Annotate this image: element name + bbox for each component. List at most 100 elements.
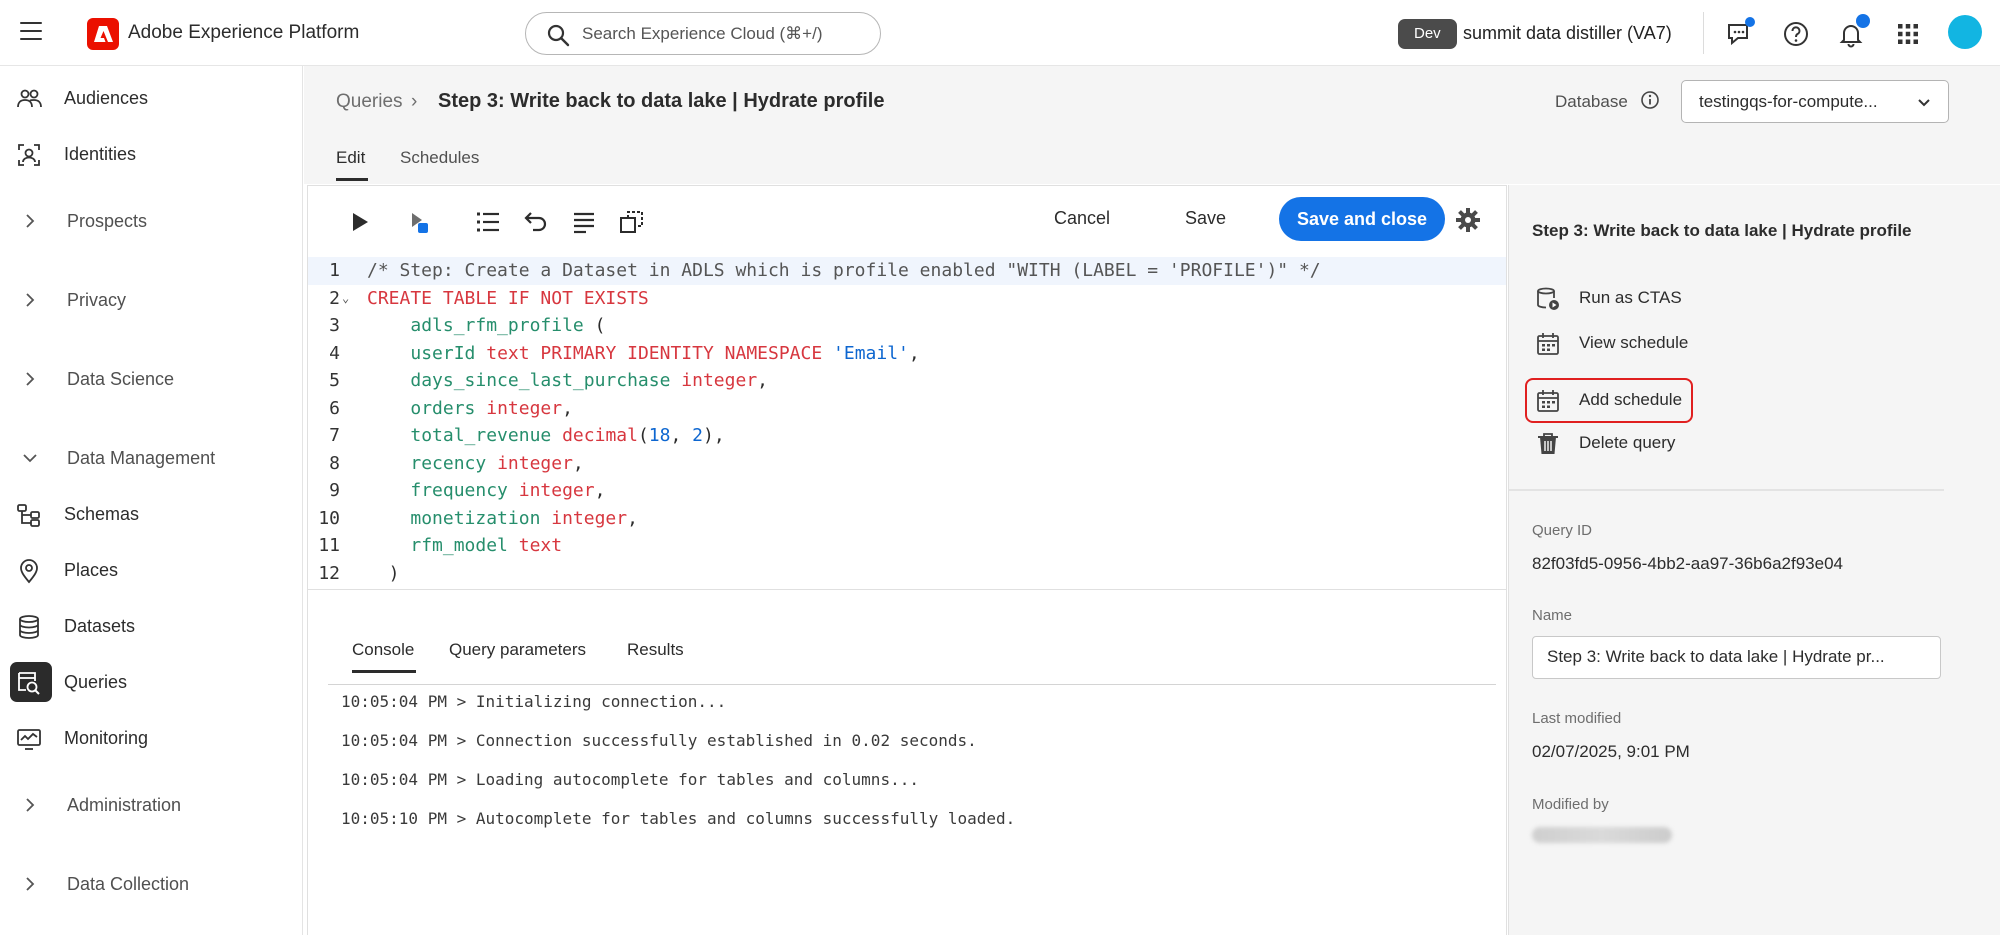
sidebar-group-privacy[interactable]: Privacy	[0, 276, 300, 324]
help-icon[interactable]	[1781, 19, 1811, 49]
chevron-right-icon	[26, 877, 35, 891]
hamburger-menu-icon[interactable]	[20, 22, 42, 40]
search-input[interactable]	[582, 24, 862, 44]
code-text: days_since_last_purchase integer,	[410, 370, 768, 391]
gear-icon[interactable]	[1454, 206, 1482, 234]
sidebar-group-data-collection[interactable]: Data Collection	[0, 860, 300, 908]
notifications-dot	[1856, 14, 1870, 28]
sidebar-item-label: Datasets	[64, 616, 136, 636]
tab-results[interactable]: Results	[627, 640, 684, 660]
sidebar-item-queries[interactable]: Queries	[0, 658, 300, 706]
undo-icon[interactable]	[522, 208, 550, 236]
delete-query-label: Delete query	[1579, 433, 1676, 452]
apps-grid-icon[interactable]	[1893, 19, 1923, 49]
database-label: Database	[1555, 92, 1628, 111]
line-number: 8	[329, 452, 340, 474]
line-number: 7	[329, 425, 340, 446]
code-text: )	[367, 562, 400, 584]
sidebar-group-data-science[interactable]: Data Science	[0, 355, 300, 403]
code-text: CREATE TABLE IF NOT EXISTS	[367, 287, 649, 309]
sidebar-item-label: Audiences	[64, 88, 149, 108]
sidebar-item-label: Data Science	[67, 369, 175, 389]
sidebar-item-audiences[interactable]: Audiences	[0, 74, 300, 122]
format-text-icon[interactable]	[570, 208, 598, 236]
fold-chevron-icon[interactable]: ⌄	[342, 285, 349, 313]
sidebar-item-places[interactable]: Places	[0, 546, 300, 594]
feedback-dot	[1745, 17, 1755, 27]
line-number: 1	[329, 260, 340, 281]
sidebar-item-datasets[interactable]: Datasets	[0, 602, 300, 650]
code-line: 6 orders integer,	[308, 395, 1506, 423]
sidebar-item-label: Prospects	[67, 211, 148, 231]
run-selected-icon[interactable]	[404, 208, 432, 236]
list-icon[interactable]	[474, 208, 502, 236]
query-id-value: 82f03fd5-0956-4bb2-aa97-36b6a2f93e04	[1532, 554, 1843, 573]
tab-schedules[interactable]: Schedules	[400, 148, 479, 168]
chevron-down-icon	[1918, 99, 1930, 107]
notifications-icon[interactable]	[1836, 14, 1870, 49]
save-button[interactable]: Save	[1185, 208, 1226, 229]
sidebar-item-schemas[interactable]: Schemas	[0, 490, 300, 538]
code-line: 9 frequency integer,	[308, 477, 1506, 505]
run-query-icon[interactable]	[346, 208, 374, 236]
sidebar-group-prospects[interactable]: Prospects	[0, 197, 300, 245]
details-title: Step 3: Write back to data lake | Hydrat…	[1532, 221, 1912, 240]
name-input[interactable]	[1547, 647, 1927, 667]
page-title: Step 3: Write back to data lake | Hydrat…	[438, 90, 885, 112]
environment-badge[interactable]: Dev	[1398, 19, 1457, 49]
modified-by-label: Modified by	[1532, 796, 1609, 813]
chevron-right-icon	[26, 372, 35, 386]
add-schedule-label: Add schedule	[1579, 390, 1683, 409]
feedback-icon[interactable]	[1724, 17, 1755, 49]
chevron-right-icon	[26, 798, 35, 812]
app-title[interactable]: Adobe Experience Platform	[128, 22, 359, 44]
code-line: 8 recency integer,	[308, 450, 1506, 478]
trash-icon	[1538, 433, 1558, 454]
code-line: 12 )	[308, 560, 1506, 588]
code-text: total_revenue decimal(18, 2),	[410, 425, 725, 446]
sidebar-group-administration[interactable]: Administration	[0, 781, 300, 829]
org-switcher[interactable]: summit data distiller (VA7)	[1463, 23, 1672, 44]
line-number: 5	[329, 370, 340, 391]
global-search[interactable]	[525, 12, 881, 55]
code-text: userId text PRIMARY IDENTITY NAMESPACE '…	[410, 342, 920, 364]
sidebar-item-label: Places	[64, 560, 119, 580]
cancel-button[interactable]: Cancel	[1054, 208, 1110, 229]
breadcrumb-queries[interactable]: Queries	[336, 91, 403, 113]
code-editor[interactable]: 1 /* Step: Create a Dataset in ADLS which…	[308, 256, 1506, 586]
tab-query-parameters[interactable]: Query parameters	[449, 640, 586, 660]
sidebar-item-monitoring[interactable]: Monitoring	[0, 714, 300, 762]
divider	[1509, 489, 1944, 491]
save-and-close-button[interactable]: Save and close	[1279, 197, 1445, 241]
console-log-line: 10:05:04 PM > Initializing connection...	[341, 692, 727, 711]
name-label: Name	[1532, 607, 1573, 624]
sidebar-group-data-management[interactable]: Data Management	[0, 434, 300, 482]
identities-icon	[18, 144, 40, 166]
code-line: 11 rfm_model text	[308, 532, 1506, 560]
divider	[328, 684, 1496, 685]
sidebar-item-label: Data Collection	[67, 874, 190, 894]
line-number: 2	[329, 287, 340, 309]
info-icon[interactable]	[1640, 90, 1660, 110]
line-number: 12	[318, 562, 340, 584]
sidebar-item-identities[interactable]: Identities	[0, 130, 300, 178]
console-panel: Console Query parameters Results 10:05:0…	[307, 590, 1507, 935]
calendar-add-icon	[1537, 390, 1559, 412]
last-modified-value: 02/07/2025, 9:01 PM	[1532, 742, 1690, 761]
code-text: rfm_model text	[410, 535, 563, 556]
search-icon	[547, 24, 570, 47]
code-text: adls_rfm_profile (	[410, 315, 606, 336]
tab-edit[interactable]: Edit	[336, 148, 365, 168]
name-field[interactable]	[1532, 636, 1941, 679]
tab-console[interactable]: Console	[352, 640, 414, 660]
line-number: 6	[329, 397, 340, 419]
copy-icon[interactable]	[618, 208, 646, 236]
sidebar-item-label: Data Management	[67, 448, 216, 468]
code-text: recency integer,	[410, 452, 584, 474]
audiences-icon	[17, 89, 42, 108]
code-line: 5 days_since_last_purchase integer,	[308, 367, 1506, 395]
database-select[interactable]: testingqs-for-compute...	[1681, 80, 1949, 123]
avatar[interactable]	[1948, 15, 1982, 49]
adobe-logo[interactable]	[87, 18, 119, 50]
run-ctas-icon	[1537, 287, 1559, 310]
